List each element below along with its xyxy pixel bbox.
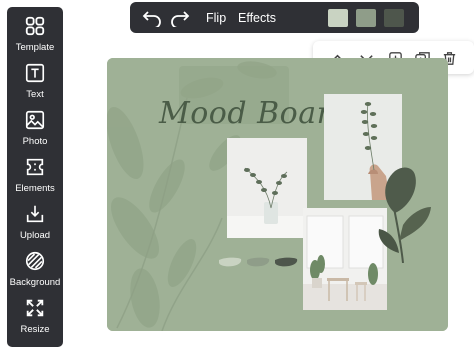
sidebar-item-text[interactable]: Text bbox=[7, 62, 63, 109]
undo-icon bbox=[142, 11, 161, 27]
photo-vase[interactable] bbox=[227, 138, 307, 238]
palette-swatch-light[interactable] bbox=[217, 256, 243, 268]
resize-icon bbox=[26, 299, 44, 317]
left-toolbar: Template Text Photo Elements Upload Back… bbox=[7, 7, 63, 347]
effects-button[interactable]: Effects bbox=[238, 7, 276, 29]
color-swatch-light[interactable] bbox=[328, 9, 348, 27]
palette-swatch-mid[interactable] bbox=[245, 256, 271, 268]
sidebar-item-label: Background bbox=[9, 277, 61, 288]
design-canvas[interactable]: Mood Board bbox=[107, 58, 448, 331]
redo-icon bbox=[171, 11, 190, 27]
flip-button[interactable]: Flip bbox=[206, 7, 226, 29]
sidebar-item-photo[interactable]: Photo bbox=[7, 109, 63, 156]
mood-board-title[interactable]: Mood Board bbox=[159, 96, 351, 131]
color-swatch-mid[interactable] bbox=[356, 9, 376, 27]
redo-button[interactable] bbox=[168, 7, 192, 29]
sidebar-item-label: Template bbox=[15, 42, 55, 53]
upload-icon bbox=[26, 205, 44, 223]
top-toolbar: Flip Effects bbox=[130, 2, 419, 33]
sidebar-item-resize[interactable]: Resize bbox=[7, 297, 63, 344]
sidebar-item-template[interactable]: Template bbox=[7, 15, 63, 62]
background-icon bbox=[25, 251, 45, 271]
sidebar-item-elements[interactable]: Elements bbox=[7, 156, 63, 203]
sidebar-item-label: Elements bbox=[15, 183, 55, 194]
undo-button[interactable] bbox=[140, 7, 164, 29]
sidebar-item-label: Text bbox=[26, 89, 44, 100]
flip-label: Flip bbox=[206, 11, 227, 25]
text-icon bbox=[25, 63, 45, 83]
sidebar-item-label: Resize bbox=[20, 324, 50, 335]
leaf-illustration[interactable] bbox=[373, 163, 433, 263]
effects-label: Effects bbox=[238, 11, 276, 25]
elements-icon bbox=[26, 158, 44, 176]
sidebar-item-background[interactable]: Background bbox=[7, 250, 63, 297]
sidebar-item-label: Photo bbox=[22, 136, 48, 147]
template-icon bbox=[25, 16, 45, 36]
color-swatch-dark[interactable] bbox=[384, 9, 404, 27]
sidebar-item-upload[interactable]: Upload bbox=[7, 203, 63, 250]
palette-swatch-dark[interactable] bbox=[273, 256, 299, 268]
sidebar-item-label: Upload bbox=[19, 230, 51, 241]
photo-icon bbox=[25, 110, 45, 130]
